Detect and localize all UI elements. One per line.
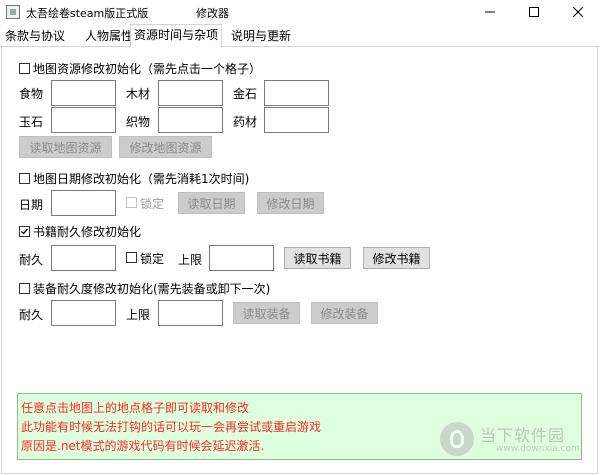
equipment-durability-input[interactable] xyxy=(51,300,116,326)
notice-line-2: 此功能有时候无法打钩的话可以玩一会再尝试或重启游戏 xyxy=(21,420,322,434)
map-resources-init-checkbox[interactable] xyxy=(19,63,30,74)
tab-strip: 条款与协议 人物属性 资源时间与杂项 说明与更新 xyxy=(0,24,600,47)
equipment-durability-init-label: 装备耐久度修改初始化(需先装备或卸下一次) xyxy=(33,282,271,296)
metal-stone-input[interactable] xyxy=(264,80,329,106)
date-lock-checkbox[interactable] xyxy=(126,197,137,208)
checkmark-icon xyxy=(21,228,29,235)
herb-input[interactable] xyxy=(264,107,329,133)
book-durability-input[interactable] xyxy=(51,245,116,271)
tab-terms[interactable]: 条款与协议 xyxy=(2,27,68,46)
close-icon xyxy=(573,7,583,17)
book-durability-init-checkbox[interactable] xyxy=(19,226,30,237)
minimize-icon xyxy=(485,11,495,13)
watermark: 当下软件园 www.downxia.com xyxy=(440,420,590,460)
date-label: 日期 xyxy=(19,198,44,212)
app-icon xyxy=(6,5,20,19)
metal-stone-label: 金石 xyxy=(233,87,258,101)
fabric-input[interactable] xyxy=(158,107,223,133)
wood-label: 木材 xyxy=(126,87,151,101)
equipment-limit-input[interactable] xyxy=(158,300,223,326)
map-resources-init-label: 地图资源修改初始化（需先点击一个格子） xyxy=(33,62,262,76)
close-button[interactable] xyxy=(556,0,600,24)
date-lock-label: 锁定 xyxy=(140,197,165,211)
read-date-button[interactable]: 读取日期 xyxy=(178,192,245,214)
app-title: 太吾绘卷steam版正式版 xyxy=(26,7,149,20)
herb-label: 药材 xyxy=(233,115,258,129)
maximize-button[interactable] xyxy=(512,0,556,24)
map-date-init-checkbox[interactable] xyxy=(19,173,30,184)
book-lock-checkbox[interactable] xyxy=(126,252,137,263)
read-map-resources-button[interactable]: 读取地图资源 xyxy=(19,136,112,158)
read-books-button[interactable]: 读取书籍 xyxy=(284,247,351,269)
tab-resources-time-misc[interactable]: 资源时间与杂项 xyxy=(130,24,223,47)
minimize-button[interactable] xyxy=(468,0,512,24)
tab-instructions-updates[interactable]: 说明与更新 xyxy=(228,27,294,46)
tab-character-attributes[interactable]: 人物属性 xyxy=(82,27,136,46)
watermark-logo-icon xyxy=(440,422,474,456)
window-title: 修改器 xyxy=(196,7,229,20)
modify-equipment-button[interactable]: 修改装备 xyxy=(311,302,378,324)
fabric-label: 织物 xyxy=(126,115,151,129)
food-input[interactable] xyxy=(51,80,116,106)
jade-label: 玉石 xyxy=(19,115,44,129)
modify-books-button[interactable]: 修改书籍 xyxy=(363,247,430,269)
book-durability-label: 耐久 xyxy=(19,253,44,267)
watermark-text: 当下软件园 xyxy=(480,426,566,445)
maximize-icon xyxy=(529,7,539,17)
wood-input[interactable] xyxy=(158,80,223,106)
jade-input[interactable] xyxy=(51,107,116,133)
map-date-init-label: 地图日期修改初始化（需先消耗1次时间) xyxy=(33,172,250,186)
title-bar: 太吾绘卷steam版正式版 修改器 xyxy=(0,0,600,24)
modify-date-button[interactable]: 修改日期 xyxy=(257,192,324,214)
equipment-durability-init-checkbox[interactable] xyxy=(19,283,30,294)
book-limit-label: 上限 xyxy=(178,253,203,267)
book-durability-init-label: 书籍耐久修改初始化 xyxy=(33,225,142,239)
watermark-url: www.downxia.com xyxy=(496,444,580,454)
equipment-durability-label: 耐久 xyxy=(19,308,44,322)
book-lock-label: 锁定 xyxy=(140,252,165,266)
read-equipment-button[interactable]: 读取装备 xyxy=(233,302,300,324)
notice-line-1: 任意点击地图上的地点格子即可读取和修改 xyxy=(21,401,250,415)
equipment-limit-label: 上限 xyxy=(126,308,151,322)
notice-line-3: 原因是.net模式的游戏代码有时候会延迟激活. xyxy=(21,439,265,453)
modify-map-resources-button[interactable]: 修改地图资源 xyxy=(119,136,212,158)
book-limit-input[interactable] xyxy=(209,245,274,271)
date-input[interactable] xyxy=(51,190,116,216)
food-label: 食物 xyxy=(19,87,44,101)
